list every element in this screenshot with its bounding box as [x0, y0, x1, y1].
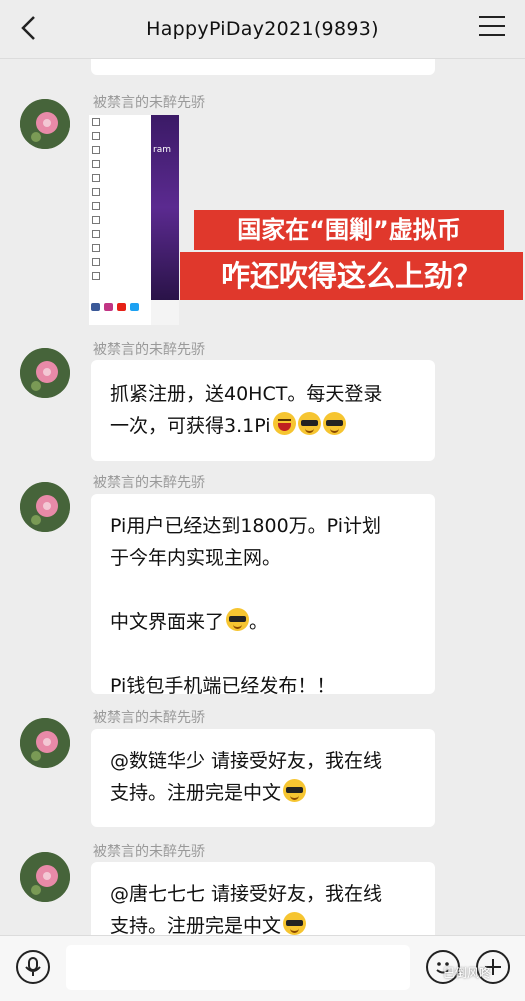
chat-title: HappyPiDay2021(9893) — [146, 18, 379, 40]
message-text: 支持。注册完是中文 — [110, 915, 282, 935]
message-bubble[interactable]: 抓紧注册，送40HCT。每天登录 一次，可获得3.1Pi — [91, 360, 435, 461]
sender-name: 被禁言的未醉先骄 — [93, 95, 205, 111]
message-bubble[interactable]: Pi用户已经达到1800万。Pi计划 于今年内实现主网。 中文界面来了 。 Pi钱… — [91, 494, 435, 697]
message-text: 。 — [249, 611, 269, 633]
banner-line-1: 国家在“围剿”虚拟币 — [194, 210, 504, 250]
message-bubble[interactable]: @唐七七七 请接受好友，我在线 支持。注册完是中文 — [91, 862, 435, 935]
chat-header: HappyPiDay2021(9893) — [0, 0, 525, 59]
input-bar: 巴倒风咚 — [0, 935, 525, 1001]
screenshot-text: ram — [153, 145, 171, 155]
message-text: 一次，可获得3.1Pi — [110, 415, 271, 437]
image-message[interactable]: ram — [89, 115, 179, 325]
avatar[interactable] — [20, 99, 70, 149]
avatar[interactable] — [20, 852, 70, 902]
sender-name: 被禁言的未醉先骄 — [93, 844, 205, 860]
avatar[interactable] — [20, 718, 70, 768]
message-text: @唐七七七 请接受好友，我在线 — [110, 883, 383, 905]
message-text: Pi钱包手机端已经发布！！ — [110, 675, 336, 697]
message-input[interactable] — [66, 945, 410, 990]
microphone-icon[interactable] — [16, 950, 50, 984]
social-icons — [91, 303, 139, 311]
message-text: 中文界面来了 — [110, 611, 225, 633]
message-text: Pi用户已经达到1800万。Pi计划 — [110, 515, 381, 537]
sunglasses-emoji-icon — [283, 912, 307, 935]
sunglasses-emoji-icon — [297, 412, 321, 435]
sender-name: 被禁言的未醉先骄 — [93, 342, 205, 358]
message-text: @数链华少 请接受好友，我在线 — [110, 750, 383, 772]
message-bubble[interactable]: @数链华少 请接受好友，我在线 支持。注册完是中文 — [91, 729, 435, 827]
laughing-emoji-icon — [272, 412, 296, 435]
sunglasses-emoji-icon — [283, 779, 307, 802]
chevron-left-icon[interactable] — [14, 12, 46, 44]
message-text: 抓紧注册，送40HCT。每天登录 — [110, 383, 383, 405]
screenshot-menu — [89, 115, 151, 325]
watermark: 巴倒风咚 — [443, 966, 492, 980]
chat-area[interactable]: 被禁言的未醉先骄 ram 国家在“围剿”虚拟币 咋还吹得这么上劲？ 被禁言的未醉… — [0, 59, 525, 935]
screenshot-purple-panel: ram — [151, 115, 179, 300]
sunglasses-emoji-icon — [226, 608, 250, 631]
message-bubble-partial — [91, 59, 435, 75]
avatar[interactable] — [20, 482, 70, 532]
hamburger-menu-icon[interactable] — [479, 16, 505, 40]
sender-name: 被禁言的未醉先骄 — [93, 475, 205, 491]
message-text: 于今年内实现主网。 — [110, 547, 282, 569]
sunglasses-emoji-icon — [322, 412, 346, 435]
avatar[interactable] — [20, 348, 70, 398]
sender-name: 被禁言的未醉先骄 — [93, 710, 205, 726]
banner-line-2: 咋还吹得这么上劲？ — [180, 252, 523, 300]
message-text: 支持。注册完是中文 — [110, 782, 282, 804]
